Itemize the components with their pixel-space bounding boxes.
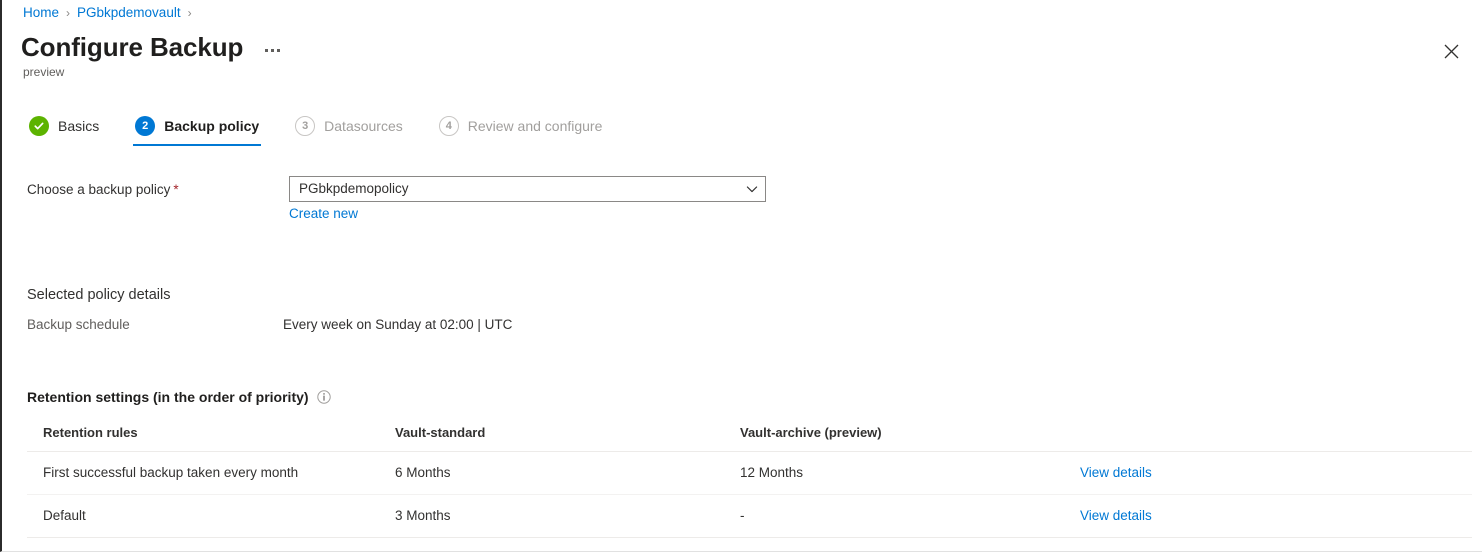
retention-settings-header: Retention settings (in the order of prio… bbox=[27, 387, 331, 407]
view-details-link[interactable]: View details bbox=[1080, 508, 1152, 523]
selected-policy-details-title: Selected policy details bbox=[27, 285, 170, 305]
step-number-badge: 2 bbox=[135, 116, 155, 136]
cell-vault-standard: 3 Months bbox=[379, 495, 724, 538]
backup-policy-selected-value: PGbkpdemopolicy bbox=[299, 180, 745, 198]
preview-label: preview bbox=[23, 64, 64, 80]
cell-vault-archive: - bbox=[724, 495, 1064, 538]
backup-policy-label-text: Choose a backup policy bbox=[27, 182, 170, 197]
wizard-step-label: Basics bbox=[58, 116, 99, 136]
breadcrumb-separator-icon: › bbox=[188, 4, 192, 22]
backup-policy-select[interactable]: PGbkpdemopolicy bbox=[289, 176, 766, 202]
info-icon[interactable] bbox=[317, 390, 331, 404]
retention-settings-title: Retention settings (in the order of prio… bbox=[27, 387, 309, 407]
table-header-row: Retention rules Vault-standard Vault-arc… bbox=[27, 418, 1472, 452]
create-new-policy-link[interactable]: Create new bbox=[289, 205, 358, 223]
cell-vault-standard: 6 Months bbox=[379, 452, 724, 495]
breadcrumb-separator-icon: › bbox=[66, 4, 70, 22]
wizard-step-backup-policy[interactable]: 2 Backup policy bbox=[133, 112, 261, 146]
retention-rules-table: Retention rules Vault-standard Vault-arc… bbox=[27, 418, 1472, 538]
column-header-vault-archive: Vault-archive (preview) bbox=[724, 418, 1064, 452]
step-complete-icon bbox=[29, 116, 49, 136]
wizard-step-label: Datasources bbox=[324, 116, 403, 136]
chevron-down-icon bbox=[745, 182, 759, 196]
required-marker: * bbox=[173, 182, 178, 197]
column-header-vault-standard: Vault-standard bbox=[379, 418, 724, 452]
backup-schedule-label: Backup schedule bbox=[27, 316, 130, 334]
backup-policy-label: Choose a backup policy* bbox=[27, 181, 179, 199]
close-button[interactable] bbox=[1435, 35, 1467, 67]
cell-retention-rule: First successful backup taken every mont… bbox=[27, 452, 379, 495]
wizard-step-basics[interactable]: Basics bbox=[27, 112, 101, 146]
close-icon bbox=[1444, 44, 1459, 59]
table-row: Default 3 Months - View details bbox=[27, 495, 1472, 538]
cell-vault-archive: 12 Months bbox=[724, 452, 1064, 495]
view-details-link[interactable]: View details bbox=[1080, 465, 1152, 480]
title-row: Configure Backup bbox=[21, 31, 282, 63]
step-number-badge: 3 bbox=[295, 116, 315, 136]
breadcrumb: Home › PGbkpdemovault › bbox=[23, 4, 199, 22]
page-title: Configure Backup bbox=[21, 31, 243, 63]
backup-schedule-value: Every week on Sunday at 02:00 | UTC bbox=[283, 316, 512, 334]
wizard-step-label: Review and configure bbox=[468, 116, 603, 136]
column-header-retention-rules: Retention rules bbox=[27, 418, 379, 452]
table-row: First successful backup taken every mont… bbox=[27, 452, 1472, 495]
wizard-step-review-and-configure[interactable]: 4 Review and configure bbox=[437, 112, 605, 146]
wizard-step-datasources[interactable]: 3 Datasources bbox=[293, 112, 405, 146]
breadcrumb-item-home[interactable]: Home bbox=[23, 4, 59, 22]
column-header-actions bbox=[1064, 418, 1472, 452]
more-commands-icon[interactable] bbox=[263, 45, 282, 56]
step-number-badge: 4 bbox=[439, 116, 459, 136]
configure-backup-blade: Home › PGbkpdemovault › Configure Backup… bbox=[0, 0, 1482, 552]
wizard-step-label: Backup policy bbox=[164, 116, 259, 136]
breadcrumb-item-vault[interactable]: PGbkpdemovault bbox=[77, 4, 181, 22]
wizard-steps: Basics 2 Backup policy 3 Datasources 4 R… bbox=[27, 112, 636, 146]
cell-retention-rule: Default bbox=[27, 495, 379, 538]
